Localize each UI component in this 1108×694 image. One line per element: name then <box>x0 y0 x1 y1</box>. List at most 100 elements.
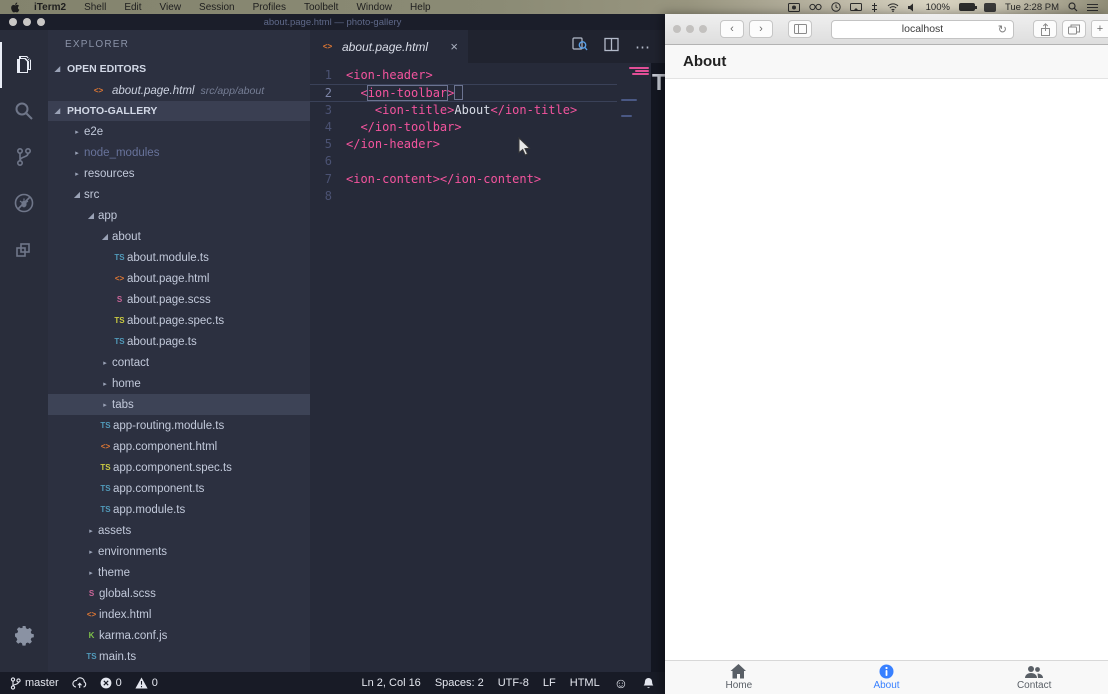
share-icon[interactable] <box>1033 20 1057 38</box>
menu-profiles[interactable]: Profiles <box>244 2 295 13</box>
code-line-7[interactable]: 7<ion-content></ion-content> <box>310 171 617 188</box>
notification-center-icon[interactable] <box>1087 3 1098 12</box>
sync-icon[interactable] <box>72 677 87 690</box>
tab-close-icon[interactable]: × <box>450 39 458 54</box>
cursor-position[interactable]: Ln 2, Col 16 <box>361 677 420 689</box>
display-icon[interactable] <box>850 3 862 12</box>
wifi-icon[interactable] <box>887 3 899 12</box>
code-line-8[interactable]: 8 <box>310 188 617 205</box>
indentation-setting[interactable]: Spaces: 2 <box>435 677 484 689</box>
minimize-window-button[interactable] <box>686 25 694 33</box>
tree-item-about.page.ts[interactable]: TSabout.page.ts <box>48 331 310 352</box>
editor-tab-about-page-html[interactable]: <> about.page.html × <box>310 30 468 63</box>
tree-item-app.component.spec.ts[interactable]: TSapp.component.spec.ts <box>48 457 310 478</box>
encoding-setting[interactable]: UTF-8 <box>498 677 529 689</box>
tree-item-src[interactable]: ◢src <box>48 184 310 205</box>
code-line-4[interactable]: 4 </ion-toolbar> <box>310 119 617 136</box>
tree-item-app-routing.module.ts[interactable]: TSapp-routing.module.ts <box>48 415 310 436</box>
tree-item-e2e[interactable]: ▸e2e <box>48 121 310 142</box>
code-line-5[interactable]: 5</ion-header> <box>310 136 617 153</box>
warning-indicator[interactable]: 0 <box>135 677 158 689</box>
back-button[interactable]: ‹ <box>720 20 744 38</box>
browser-tab-contact[interactable]: Contact <box>960 661 1108 694</box>
tree-item-about.page.spec.ts[interactable]: TSabout.page.spec.ts <box>48 310 310 331</box>
keyboard-input-icon[interactable] <box>871 3 878 12</box>
tree-item-home[interactable]: ▸home <box>48 373 310 394</box>
menu-shell[interactable]: Shell <box>75 2 115 13</box>
tree-item-environments[interactable]: ▸environments <box>48 541 310 562</box>
tree-item-tabs[interactable]: ▸tabs <box>48 394 310 415</box>
tree-item-app.component.ts[interactable]: TSapp.component.ts <box>48 478 310 499</box>
tree-item-about.module.ts[interactable]: TSabout.module.ts <box>48 247 310 268</box>
tree-item-about[interactable]: ◢about <box>48 226 310 247</box>
search-icon[interactable] <box>0 88 48 134</box>
spotlight-search-icon[interactable] <box>1068 2 1078 12</box>
close-window-button[interactable] <box>673 25 681 33</box>
more-actions-icon[interactable]: ⋯ <box>635 38 651 56</box>
settings-gear-icon[interactable] <box>0 612 48 658</box>
zoom-window-button[interactable] <box>699 25 707 33</box>
sidebar-toggle-icon[interactable] <box>788 20 812 38</box>
browser-tab-about[interactable]: About <box>813 661 961 694</box>
tree-item-label: about <box>112 231 141 243</box>
git-branch-indicator[interactable]: master <box>10 677 59 690</box>
source-control-icon[interactable] <box>0 134 48 180</box>
tab-overview-icon[interactable] <box>1062 20 1086 38</box>
battery-icon[interactable] <box>959 3 975 11</box>
menu-toolbelt[interactable]: Toolbelt <box>295 2 347 13</box>
eol-setting[interactable]: LF <box>543 677 556 689</box>
tree-item-contact[interactable]: ▸contact <box>48 352 310 373</box>
menu-help[interactable]: Help <box>401 2 440 13</box>
tree-item-theme[interactable]: ▸theme <box>48 562 310 583</box>
tree-item-app.component.html[interactable]: <>app.component.html <box>48 436 310 457</box>
address-bar[interactable]: localhost ↻ <box>831 20 1014 39</box>
forward-button[interactable]: › <box>749 20 773 38</box>
tree-item-global.scss[interactable]: Sglobal.scss <box>48 583 310 604</box>
open-editors-section[interactable]: ◢ OPEN EDITORS <box>48 58 310 80</box>
menu-session[interactable]: Session <box>190 2 244 13</box>
new-tab-button[interactable]: + <box>1091 20 1108 38</box>
language-mode[interactable]: HTML <box>570 677 600 689</box>
debug-icon[interactable] <box>0 180 48 226</box>
error-indicator[interactable]: 0 <box>100 677 122 689</box>
menu-view[interactable]: View <box>151 2 191 13</box>
menubar-clock[interactable]: Tue 2:28 PM <box>1005 2 1059 13</box>
split-editor-icon[interactable] <box>604 37 619 57</box>
open-editor-item[interactable]: <> about.page.html src/app/about <box>48 80 310 101</box>
open-preview-icon[interactable] <box>572 36 588 57</box>
menu-iterm2[interactable]: iTerm2 <box>25 2 75 13</box>
editor-scrollbar-strip[interactable]: T <box>651 63 665 672</box>
screenshot-icon[interactable] <box>788 3 800 12</box>
code-line-2[interactable]: 2 <ion-toolbar> <box>310 84 617 101</box>
tree-item-resources[interactable]: ▸resources <box>48 163 310 184</box>
code-editor[interactable]: 1<ion-header>2 <ion-toolbar>3 <ion-title… <box>310 63 665 672</box>
menu-edit[interactable]: Edit <box>115 2 150 13</box>
vscode-titlebar[interactable]: about.page.html — photo-gallery <box>0 14 665 30</box>
feedback-smiley-icon[interactable]: ☺ <box>614 675 628 691</box>
explorer-icon[interactable] <box>0 42 48 88</box>
apple-menu-icon[interactable] <box>10 2 21 13</box>
tree-item-main.ts[interactable]: TSmain.ts <box>48 646 310 667</box>
tree-item-about.page.scss[interactable]: Sabout.page.scss <box>48 289 310 310</box>
menu-window[interactable]: Window <box>347 2 401 13</box>
code-line-1[interactable]: 1<ion-header> <box>310 67 617 84</box>
notifications-bell-icon[interactable] <box>642 677 655 690</box>
time-machine-icon[interactable] <box>831 2 841 12</box>
minimap[interactable] <box>621 66 649 117</box>
project-section[interactable]: ◢ PHOTO-GALLERY <box>48 101 310 121</box>
extensions-icon[interactable] <box>0 226 48 272</box>
tree-item-index.html[interactable]: <>index.html <box>48 604 310 625</box>
tree-item-node_modules[interactable]: ▸node_modules <box>48 142 310 163</box>
tree-item-about.page.html[interactable]: <>about.page.html <box>48 268 310 289</box>
glasses-icon[interactable] <box>809 3 822 11</box>
tree-item-assets[interactable]: ▸assets <box>48 520 310 541</box>
code-line-3[interactable]: 3 <ion-title>About</ion-title> <box>310 102 617 119</box>
browser-tab-home[interactable]: Home <box>665 661 813 694</box>
reload-icon[interactable]: ↻ <box>998 23 1007 36</box>
status-app-icon[interactable] <box>984 3 996 12</box>
volume-icon[interactable] <box>908 3 917 12</box>
tree-item-app[interactable]: ◢app <box>48 205 310 226</box>
tree-item-karma.conf.js[interactable]: Kkarma.conf.js <box>48 625 310 646</box>
code-line-6[interactable]: 6 <box>310 153 617 170</box>
tree-item-app.module.ts[interactable]: TSapp.module.ts <box>48 499 310 520</box>
